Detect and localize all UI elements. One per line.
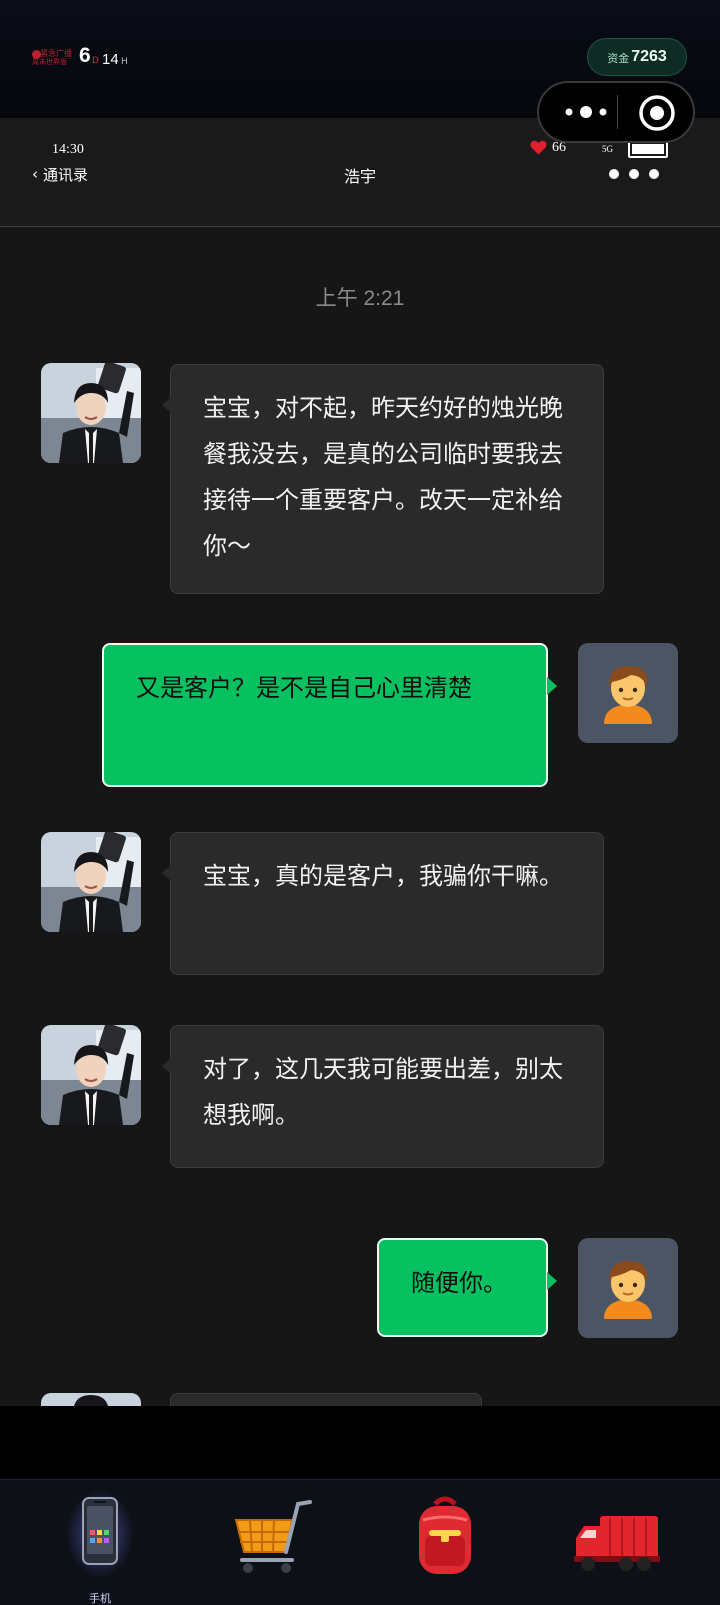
more-options-icon[interactable] [559,95,613,129]
person-emoji-icon [604,1261,652,1319]
nav-item-shop[interactable] [222,1490,332,1600]
chat-area[interactable]: 上午 2:21 宝宝，对不起，昨天约好的烛光晚餐我没去，是真的公司临时要我去接待… [0,228,720,1406]
backpack-icon [419,1496,471,1574]
message-bubble-incoming[interactable]: 宝宝，真的是客户，我骗你干嘛。 [162,832,604,975]
back-button[interactable]: ‹ 通讯录 [32,163,88,185]
chat-menu-icon[interactable] [604,166,664,182]
hour-counter: 14 [102,51,119,68]
user-avatar[interactable] [578,1238,678,1338]
event-logo: 紧急广播 周末世界版 [32,48,72,66]
back-label: 通讯录 [43,165,89,184]
input-area-placeholder [0,1406,720,1479]
fund-label: 资金 [607,52,630,65]
signal-label: 5G [602,144,613,154]
shopping-cart-icon [234,1500,312,1573]
nav-item-phone[interactable]: 手机 [50,1490,160,1605]
contact-avatar[interactable] [41,1393,141,1406]
bottom-navigation: 手机 [0,1406,720,1605]
person-emoji-icon [604,666,652,724]
truck-icon [574,1516,660,1571]
day-counter: 6 [79,44,91,67]
message-bubble-incoming[interactable]: 宝宝，对不起，昨天约好的烛光晚餐我没去，是真的公司临时要我去接待一个重要客户。改… [162,364,604,594]
capsule-divider [617,95,618,129]
fund-badge: 资金 7263 [587,38,687,76]
phone-icon [66,1490,134,1578]
contact-avatar[interactable] [41,1025,141,1125]
header-divider [0,226,720,227]
chevron-left-icon: ‹ [32,164,38,183]
status-time: 14:30 [52,142,84,157]
nav-bar: 手机 [0,1479,720,1605]
logo-line-2: 周末世界版 [32,58,67,66]
hour-unit: H [121,57,128,67]
user-avatar[interactable] [578,643,678,743]
message-timestamp: 上午 2:21 [315,287,405,310]
mini-program-capsule [537,81,695,143]
heart-icon [530,140,547,155]
message-bubble-outgoing[interactable]: 又是客户？是不是自己心里清楚 [102,643,557,787]
day-unit: D [92,56,99,66]
contact-avatar[interactable] [41,832,141,932]
close-target-icon[interactable] [637,93,677,133]
nav-item-delivery[interactable] [568,1490,678,1600]
message-bubble-incoming[interactable]: 对了，这几天我可能要出差，别太想我啊。 [162,1025,604,1168]
nav-item-backpack[interactable] [395,1490,505,1600]
contact-avatar[interactable] [41,363,141,463]
nav-label-phone: 手机 [89,1592,111,1605]
message-bubble-outgoing[interactable]: 随便你。 [377,1238,557,1337]
fund-value: 7263 [631,48,667,65]
message-bubble-incoming-partial[interactable] [170,1393,482,1406]
contact-name: 浩宇 [343,167,376,186]
